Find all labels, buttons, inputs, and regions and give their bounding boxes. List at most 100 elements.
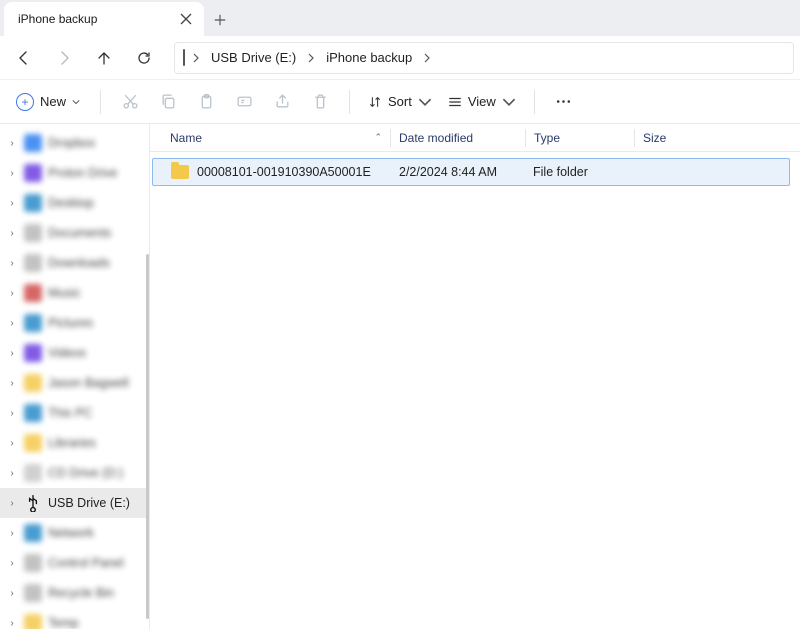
chevron-right-icon: › [6, 618, 18, 629]
new-tab-button[interactable] [204, 4, 236, 36]
sidebar-item[interactable]: ›Network [0, 518, 149, 548]
new-button[interactable]: + New [8, 89, 88, 115]
pc-icon [183, 50, 185, 65]
sidebar-item[interactable]: ›Libraries [0, 428, 149, 458]
sidebar-item[interactable]: › Recycle Bin [0, 578, 149, 608]
body: ›Dropbox›Proton Drive›Desktop›Documents›… [0, 124, 800, 629]
sidebar-item[interactable]: › Downloads [0, 248, 149, 278]
chevron-right-icon: › [6, 408, 18, 419]
tab-bar: iPhone backup [0, 0, 800, 36]
paste-button[interactable] [189, 85, 223, 119]
share-button[interactable] [265, 85, 299, 119]
breadcrumb[interactable]: USB Drive (E:) iPhone backup [174, 42, 794, 74]
plus-circle-icon: + [16, 93, 34, 111]
chevron-right-icon: › [6, 468, 18, 479]
file-type: File folder [525, 165, 633, 179]
sidebar-item[interactable]: › Proton Drive [0, 158, 149, 188]
folder-icon [24, 134, 42, 152]
breadcrumb-drive[interactable]: USB Drive (E:) [207, 50, 300, 65]
chevron-right-icon: › [6, 168, 18, 179]
tab-title: iPhone backup [18, 12, 178, 26]
sidebar-item[interactable]: ›Control Panel [0, 548, 149, 578]
column-date[interactable]: Date modified [391, 131, 525, 145]
close-icon[interactable] [178, 11, 194, 27]
folder-icon [24, 284, 42, 302]
sidebar-item-label: Desktop [48, 196, 94, 210]
chevron-right-icon: › [6, 348, 18, 359]
column-size-label: Size [643, 131, 666, 145]
sidebar-item-label: Recycle Bin [48, 586, 114, 600]
sidebar-item-label: Dropbox [48, 136, 95, 150]
folder-icon [24, 404, 42, 422]
folder-icon [24, 554, 42, 572]
column-name[interactable]: Name ⌃ [162, 131, 390, 145]
sidebar-item-label: Music [48, 286, 81, 300]
sidebar-item[interactable]: ›Documents [0, 218, 149, 248]
table-row[interactable]: 00008101-001910390A50001E2/2/2024 8:44 A… [152, 158, 790, 186]
toolbar: + New Sort View [0, 80, 800, 124]
sidebar-item[interactable]: › CD Drive (D:) [0, 458, 149, 488]
view-label: View [468, 94, 496, 109]
chevron-right-icon: › [6, 498, 18, 509]
chevron-down-icon [418, 95, 432, 109]
scrollbar[interactable] [146, 254, 149, 619]
chevron-right-icon [302, 53, 320, 63]
sidebar-item-label: Temp [48, 616, 79, 629]
breadcrumb-folder[interactable]: iPhone backup [322, 50, 416, 65]
file-name: 00008101-001910390A50001E [197, 165, 371, 179]
folder-icon [24, 374, 42, 392]
chevron-right-icon: › [6, 258, 18, 269]
delete-button[interactable] [303, 85, 337, 119]
folder-icon [24, 584, 42, 602]
sidebar-item-label: Libraries [48, 436, 96, 450]
column-type-label: Type [534, 131, 560, 145]
chevron-right-icon: › [6, 588, 18, 599]
chevron-right-icon: › [6, 198, 18, 209]
folder-icon [24, 344, 42, 362]
sidebar-item[interactable]: ›This PC [0, 398, 149, 428]
chevron-right-icon [418, 53, 436, 63]
sidebar-item-label: Downloads [48, 256, 110, 270]
copy-button[interactable] [151, 85, 185, 119]
sort-caret-icon: ⌃ [374, 132, 382, 143]
sidebar-item[interactable]: › Desktop [0, 188, 149, 218]
sidebar-item[interactable]: › Videos [0, 338, 149, 368]
chevron-right-icon: › [6, 558, 18, 569]
column-headers: Name ⌃ Date modified Type Size [150, 124, 800, 152]
separator [100, 90, 101, 114]
column-date-label: Date modified [399, 131, 473, 145]
sidebar-item[interactable]: › Temp [0, 608, 149, 629]
content: Name ⌃ Date modified Type Size 00008101-… [150, 124, 800, 629]
sidebar-item[interactable]: ›Pictures [0, 308, 149, 338]
up-button[interactable] [86, 40, 122, 76]
folder-icon [24, 434, 42, 452]
chevron-right-icon: › [6, 378, 18, 389]
rename-button[interactable] [227, 85, 261, 119]
chevron-right-icon [187, 53, 205, 63]
sidebar-item[interactable]: ›Jason Bagwell [0, 368, 149, 398]
sort-button[interactable]: Sort [362, 94, 438, 109]
folder-icon [24, 614, 42, 629]
nav-bar: USB Drive (E:) iPhone backup [0, 36, 800, 80]
column-size[interactable]: Size [635, 131, 800, 145]
folder-icon [171, 165, 189, 179]
more-button[interactable] [547, 85, 581, 119]
refresh-button[interactable] [126, 40, 162, 76]
new-label: New [40, 94, 66, 109]
cut-button[interactable] [113, 85, 147, 119]
tab-active[interactable]: iPhone backup [4, 2, 204, 36]
folder-icon [24, 524, 42, 542]
view-button[interactable]: View [442, 94, 522, 109]
sidebar-item[interactable]: ›Dropbox [0, 128, 149, 158]
back-button[interactable] [6, 40, 42, 76]
sidebar-item-label: Proton Drive [48, 166, 117, 180]
chevron-right-icon: › [6, 228, 18, 239]
sidebar-item-label: Videos [48, 346, 86, 360]
folder-icon [24, 314, 42, 332]
sidebar-item-label: CD Drive (D:) [48, 466, 123, 480]
sidebar-item[interactable]: ›Music [0, 278, 149, 308]
sidebar-item-selected[interactable]: ›USB Drive (E:) [0, 488, 149, 518]
usb-drive-icon [24, 494, 42, 512]
column-type[interactable]: Type [526, 131, 634, 145]
forward-button[interactable] [46, 40, 82, 76]
